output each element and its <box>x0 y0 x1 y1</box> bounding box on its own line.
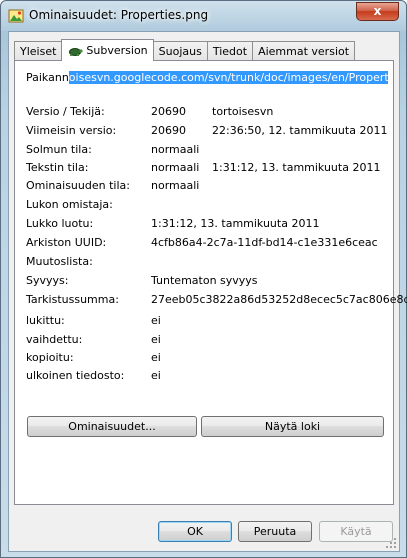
path-label: Paikann <box>26 71 69 84</box>
tab-strip: Yleiset Subversion Suojaus Tiedot Aiemma… <box>14 39 356 61</box>
prop-label: Tarkistussumma: <box>26 293 119 306</box>
prop-value: normaali <box>151 143 200 156</box>
prop-label: Lukon omistaja: <box>26 198 113 211</box>
subversion-panel: Paikannoisesvn.googlecode.com/svn/trunk/… <box>14 60 407 505</box>
prop-label: Muutoslista: <box>26 255 93 268</box>
prop-label: Versio / Tekijä: <box>26 105 105 118</box>
prop-row-version-author: Versio / Tekijä: 20690 tortoisesvn <box>26 105 273 119</box>
prop-label: kopioitu: <box>26 351 74 364</box>
prop-value: 4cfb86a4-2c7a-11df-bd14-c1e331e6ceac <box>151 236 378 249</box>
prop-row-external-file: ulkoinen tiedosto: ei <box>26 369 161 383</box>
path-selected-text: oisesvn.googlecode.com/svn/trunk/doc/ima… <box>68 71 388 84</box>
prop-value: normaali <box>151 179 200 192</box>
prop-label: lukittu: <box>26 314 65 327</box>
prop-row-locked: lukittu: ei <box>26 314 161 328</box>
prop-value: ei <box>151 369 161 382</box>
ok-button[interactable]: OK <box>158 521 232 542</box>
prop-label: Ominaisuuden tila: <box>26 179 130 192</box>
prop-row-node-status: Solmun tila: normaali <box>26 143 199 157</box>
prop-row-text-status: Tekstin tila: normaali 1:31:12, 13. tamm… <box>26 161 380 175</box>
image-file-icon <box>8 9 24 23</box>
prop-label: Solmun tila: <box>26 143 92 156</box>
prop-row-lock-owner: Lukon omistaja: <box>26 198 113 212</box>
prop-value: 20690 <box>151 124 186 137</box>
prop-label: Tekstin tila: <box>26 161 89 174</box>
prop-label: Viimeisin versio: <box>26 124 117 137</box>
dialog-client: Yleiset Subversion Suojaus Tiedot Aiemma… <box>8 31 407 552</box>
prop-value: normaali <box>151 161 200 174</box>
prop-value: ei <box>151 351 161 364</box>
apply-button[interactable]: Käytä <box>319 521 393 542</box>
tab-security[interactable]: Suojaus <box>152 41 208 61</box>
title-bar[interactable]: Ominaisuudet: Properties.png x <box>1 1 406 31</box>
prop-row-last-revision: Viimeisin versio: 20690 22:36:50, 12. ta… <box>26 124 387 138</box>
prop-value: 27eeb05c3822a86d53252d8ecec5c7ac806e8df0 <box>151 293 407 306</box>
prop-label: ulkoinen tiedosto: <box>26 369 125 382</box>
prop-value: 1:31:12, 13. tammikuuta 2011 <box>151 217 320 230</box>
properties-button[interactable]: Ominaisuudet... <box>27 416 197 437</box>
resize-grip-icon[interactable] <box>385 537 397 549</box>
tab-general[interactable]: Yleiset <box>14 41 63 61</box>
prop-value: ei <box>151 314 161 327</box>
close-button[interactable]: x <box>356 2 399 21</box>
prop-extra: tortoisesvn <box>212 105 274 118</box>
prop-label: Lukko luotu: <box>26 217 94 230</box>
prop-value: 20690 <box>151 105 186 118</box>
prop-label: Syvyys: <box>26 274 69 287</box>
prop-value: Tuntematon syvyys <box>151 274 258 287</box>
tab-subversion[interactable]: Subversion <box>61 39 154 61</box>
prop-row-checksum: Tarkistussumma: 27eeb05c3822a86d53252d8e… <box>26 293 407 307</box>
properties-dialog: Ominaisuudet: Properties.png x Yleiset S… <box>0 0 407 558</box>
tortoise-icon <box>69 47 84 56</box>
prop-row-lock-created: Lukko luotu: 1:31:12, 13. tammikuuta 201… <box>26 217 319 231</box>
window-title: Ominaisuudet: Properties.png <box>29 8 209 22</box>
prop-extra: 1:31:12, 13. tammikuuta 2011 <box>212 161 381 174</box>
prop-row-switched: vaihdettu: ei <box>26 333 161 347</box>
prop-row-copied: kopioitu: ei <box>26 351 161 365</box>
show-log-button[interactable]: Näytä loki <box>201 416 384 437</box>
cancel-button[interactable]: Peruuta <box>238 521 312 542</box>
prop-row-changelist: Muutoslista: <box>26 255 93 269</box>
prop-value: ei <box>151 333 161 346</box>
prop-label: Arkiston UUID: <box>26 236 107 249</box>
prop-extra: 22:36:50, 12. tammikuuta 2011 <box>212 124 388 137</box>
path-field[interactable]: Paikannoisesvn.googlecode.com/svn/trunk/… <box>26 71 388 85</box>
prop-row-depth: Syvyys: Tuntematon syvyys <box>26 274 258 288</box>
tab-previous-versions[interactable]: Aiemmat versiot <box>252 41 356 61</box>
prop-row-repository-uuid: Arkiston UUID: 4cfb86a4-2c7a-11df-bd14-c… <box>26 236 378 250</box>
prop-label: vaihdettu: <box>26 333 83 346</box>
prop-row-property-status: Ominaisuuden tila: normaali <box>26 179 199 193</box>
tab-details[interactable]: Tiedot <box>206 41 254 61</box>
